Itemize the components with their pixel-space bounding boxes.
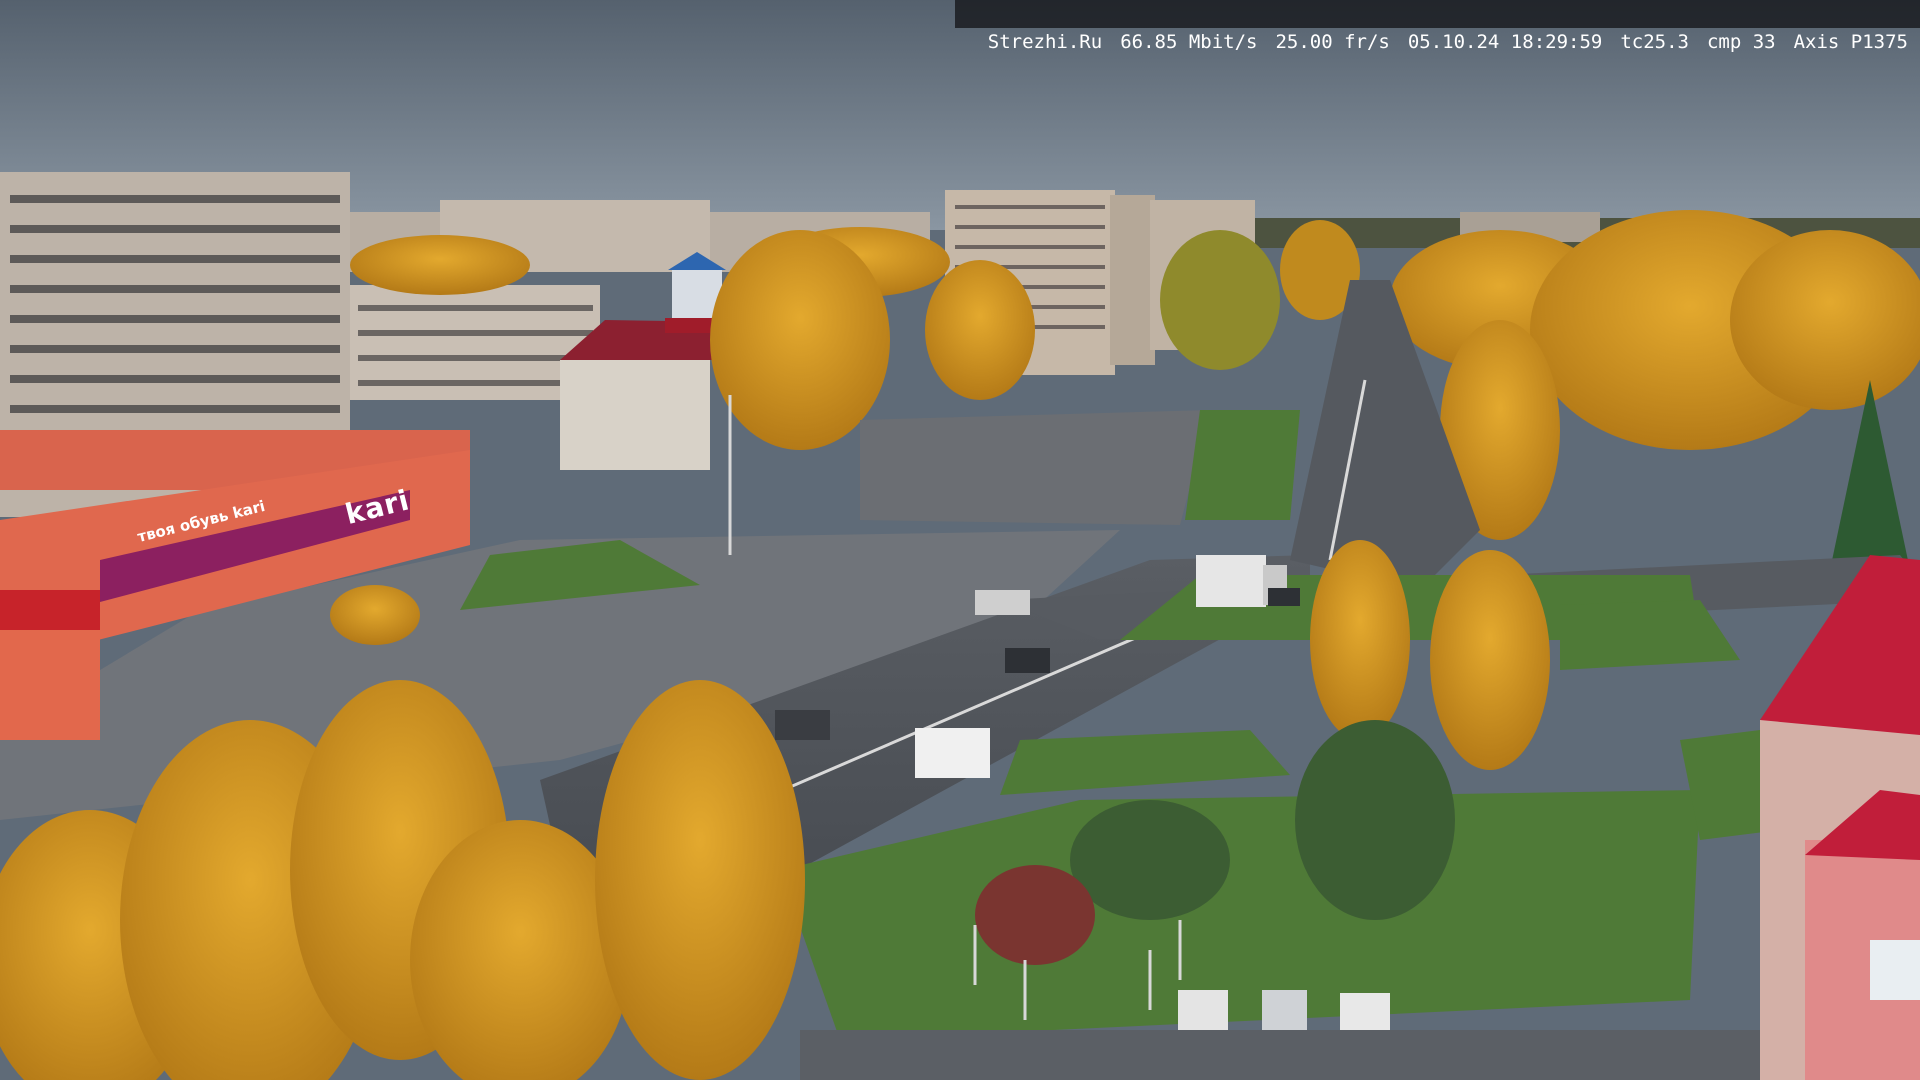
overlay-tc: tc25.3 bbox=[1620, 31, 1689, 53]
parking-lot bbox=[800, 1030, 1760, 1080]
camera-info-overlay: Strezhi.Ru 66.85 Mbit/s 25.00 fr/s 05.10.24… bbox=[954, 0, 1920, 53]
overlay-bitrate: 66.85 Mbit/s bbox=[1120, 31, 1258, 53]
overlay-framerate: 25.00 fr/s bbox=[1275, 31, 1390, 53]
plaza-far bbox=[860, 410, 1210, 525]
kari-store-sign: твоя обувь kari kari bbox=[136, 483, 413, 594]
overlay-cmp: cmp 33 bbox=[1706, 31, 1776, 53]
overlay-camera-model: Axis P1375 bbox=[1793, 31, 1908, 53]
red-roof-tower-right bbox=[1760, 555, 1920, 1080]
overlay-site: Strezhi.Ru bbox=[987, 31, 1103, 53]
overlay-datetime: 05.10.24 18:29:59 bbox=[1407, 31, 1603, 53]
